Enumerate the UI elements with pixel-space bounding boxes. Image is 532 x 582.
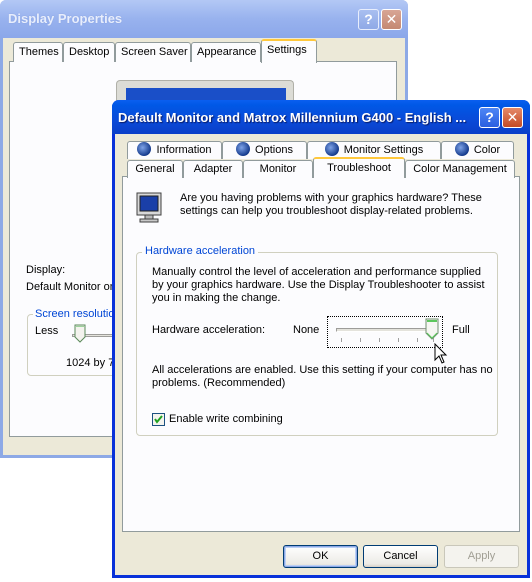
- tab-monitor[interactable]: Monitor: [243, 160, 313, 178]
- mouse-pointer-icon: [434, 343, 448, 364]
- write-combining-checkbox[interactable]: [152, 413, 165, 426]
- close-button[interactable]: ✕: [502, 107, 523, 128]
- less-label: Less: [35, 325, 59, 337]
- display-label: Display:: [26, 264, 66, 276]
- tab-color-management[interactable]: Color Management: [405, 160, 515, 178]
- write-combining-label[interactable]: Enable write combining: [169, 413, 283, 425]
- matrox-icon: [236, 142, 251, 156]
- ok-button[interactable]: OK: [283, 545, 358, 568]
- resolution-value: 1024 by 7: [66, 357, 115, 369]
- slider-tick: [417, 338, 418, 342]
- tab-options[interactable]: Options: [222, 141, 307, 159]
- tab-themes[interactable]: Themes: [13, 42, 63, 62]
- tab-troubleshoot[interactable]: Troubleshoot: [313, 157, 405, 178]
- acceleration-status-text: All accelerations are enabled. Use this …: [152, 364, 493, 389]
- back-help-button[interactable]: ?: [358, 9, 379, 30]
- screen-resolution-label: Screen resolutio: [33, 308, 115, 320]
- tab-settings[interactable]: Settings: [261, 39, 317, 63]
- slider-tick: [360, 338, 361, 342]
- slider-thumb[interactable]: [425, 318, 439, 340]
- tab-information[interactable]: Information: [127, 141, 222, 159]
- monitor-properties-title: Default Monitor and Matrox Millennium G4…: [118, 110, 467, 125]
- cancel-button[interactable]: Cancel: [363, 545, 438, 568]
- slider-tick: [379, 338, 380, 342]
- hardware-acceleration-description: Manually control the level of accelerati…: [152, 266, 485, 304]
- matrox-icon: [137, 142, 152, 156]
- slider-max-label: Full: [452, 324, 470, 336]
- close-icon: ✕: [385, 11, 398, 27]
- matrox-icon: [324, 142, 339, 156]
- tab-adapter[interactable]: Adapter: [183, 160, 243, 178]
- hardware-acceleration-label: Hardware acceleration:: [152, 324, 266, 336]
- back-close-button[interactable]: ✕: [381, 9, 402, 30]
- matrox-icon: [454, 142, 469, 156]
- tab-color[interactable]: Color: [441, 141, 514, 159]
- tab-appearance[interactable]: Appearance: [191, 42, 261, 62]
- hardware-acceleration-group-title: Hardware acceleration: [142, 245, 259, 257]
- intro-text: Are you having problems with your graphi…: [180, 192, 482, 217]
- slider-track[interactable]: [336, 328, 436, 332]
- apply-button[interactable]: Apply: [444, 545, 519, 568]
- help-button[interactable]: ?: [479, 107, 500, 128]
- checkmark-icon: [154, 415, 163, 424]
- slider-tick: [341, 338, 342, 342]
- tab-desktop[interactable]: Desktop: [63, 42, 115, 62]
- slider-min-label: None: [293, 324, 320, 336]
- tab-screen-saver[interactable]: Screen Saver: [115, 42, 191, 62]
- close-icon: ✕: [506, 109, 519, 125]
- slider-tick: [398, 338, 399, 342]
- display-properties-title: Display Properties: [8, 11, 123, 26]
- resolution-slider-thumb[interactable]: [74, 324, 86, 344]
- tab-general[interactable]: General: [127, 160, 183, 178]
- monitor-icon: [136, 192, 162, 223]
- display-value: Default Monitor on: [26, 281, 114, 293]
